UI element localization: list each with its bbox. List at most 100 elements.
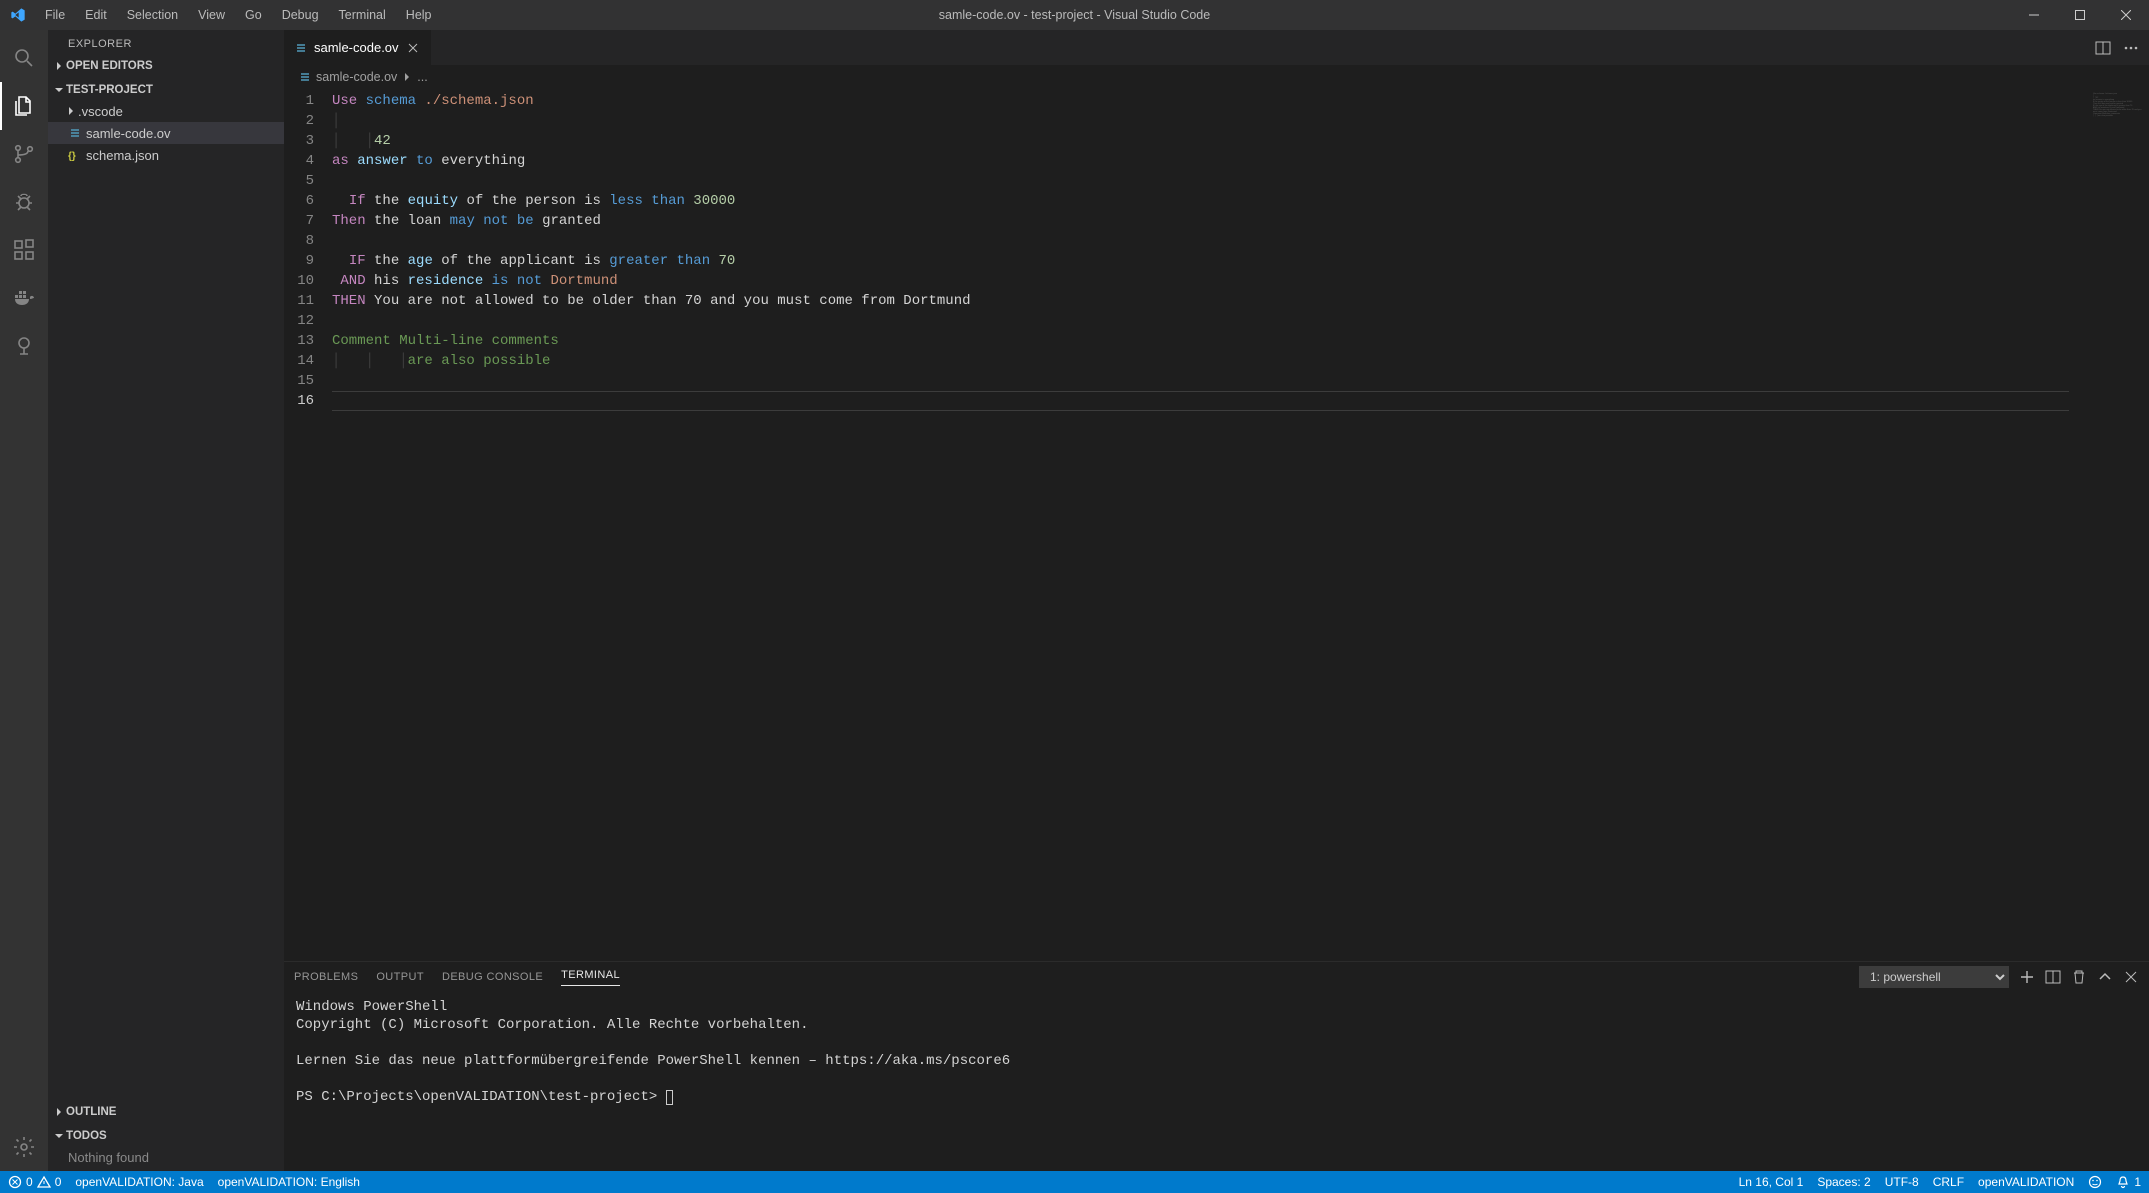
notification-count: 1	[2134, 1175, 2141, 1189]
minimap[interactable]: Use schema ./schema.json│ │ │42as answer…	[2089, 89, 2149, 961]
close-button[interactable]	[2103, 0, 2149, 30]
warning-count: 0	[55, 1175, 62, 1189]
activity-settings[interactable]	[0, 1123, 48, 1171]
split-icon	[2045, 969, 2061, 985]
file-icon	[298, 70, 312, 84]
section-project[interactable]: TEST-PROJECT .vscode samle-code.ov	[48, 78, 284, 168]
status-problems[interactable]: 0 0	[8, 1175, 61, 1189]
sidebar-explorer: EXPLORER OPEN EDITORS TEST-PROJECT	[48, 30, 284, 1171]
close-icon	[2123, 969, 2139, 985]
window-controls	[2011, 0, 2149, 30]
plus-icon	[2019, 969, 2035, 985]
status-indent[interactable]: Spaces: 2	[1817, 1175, 1870, 1189]
breadcrumbs[interactable]: samle-code.ov ...	[284, 65, 2149, 89]
status-encoding[interactable]: UTF-8	[1885, 1175, 1919, 1189]
search-icon	[12, 46, 36, 70]
kill-terminal-button[interactable]	[2071, 969, 2087, 985]
smiley-icon	[2088, 1175, 2102, 1189]
trash-icon	[2071, 969, 2087, 985]
split-icon	[2095, 40, 2111, 56]
branch-icon	[12, 142, 36, 166]
panel-tab-output[interactable]: OUTPUT	[376, 971, 424, 983]
terminal-select[interactable]: 1: powershell	[1859, 966, 2009, 988]
menu-view[interactable]: View	[189, 0, 234, 30]
tree-icon	[12, 334, 36, 358]
close-icon	[2121, 10, 2131, 20]
file-icon	[294, 41, 308, 55]
activity-openvalidation[interactable]	[0, 322, 48, 370]
status-eol[interactable]: CRLF	[1933, 1175, 1964, 1189]
menu-terminal[interactable]: Terminal	[330, 0, 395, 30]
panel-tab-problems[interactable]: PROBLEMS	[294, 971, 358, 983]
gear-icon	[12, 1135, 36, 1159]
close-icon	[407, 42, 419, 54]
bug-icon	[12, 190, 36, 214]
error-count: 0	[26, 1175, 33, 1189]
menu-bar: FileEditSelectionViewGoDebugTerminalHelp	[36, 0, 441, 30]
terminal-body[interactable]: Windows PowerShell Copyright (C) Microso…	[284, 992, 2149, 1171]
open-editors-label: OPEN EDITORS	[66, 60, 153, 72]
status-language-mode[interactable]: openVALIDATION	[1978, 1175, 2074, 1189]
ellipsis-icon	[2123, 40, 2139, 56]
tab-label: samle-code.ov	[314, 40, 399, 55]
activity-docker[interactable]	[0, 274, 48, 322]
chevron-down-icon	[52, 83, 66, 97]
split-terminal-button[interactable]	[2045, 969, 2061, 985]
status-ov-java[interactable]: openVALIDATION: Java	[75, 1175, 203, 1189]
menu-go[interactable]: Go	[236, 0, 271, 30]
folder-vscode[interactable]: .vscode	[48, 100, 284, 122]
file-samle-code[interactable]: samle-code.ov	[48, 122, 284, 144]
editor-body[interactable]: 12345678910111213141516 Use schema ./sch…	[284, 89, 2149, 961]
menu-debug[interactable]: Debug	[273, 0, 328, 30]
activity-explorer[interactable]	[0, 82, 48, 130]
section-open-editors[interactable]: OPEN EDITORS	[48, 54, 284, 78]
status-ov-language[interactable]: openVALIDATION: English	[218, 1175, 360, 1189]
minimize-icon	[2029, 10, 2039, 20]
file-icon	[64, 126, 86, 140]
editor-column: samle-code.ov samle-code.ov	[284, 30, 2149, 1171]
todos-empty: Nothing found	[48, 1146, 284, 1169]
warning-icon	[37, 1175, 51, 1189]
maximize-panel-button[interactable]	[2097, 969, 2113, 985]
docker-icon	[12, 286, 36, 310]
menu-edit[interactable]: Edit	[76, 0, 116, 30]
todos-label: TODOS	[66, 1130, 107, 1142]
minimize-button[interactable]	[2011, 0, 2057, 30]
activity-debug[interactable]	[0, 178, 48, 226]
breadcrumb-rest: ...	[417, 70, 427, 84]
activity-extensions[interactable]	[0, 226, 48, 274]
panel-tab-debug-console[interactable]: DEBUG CONSOLE	[442, 971, 543, 983]
project-label: TEST-PROJECT	[66, 84, 153, 96]
maximize-button[interactable]	[2057, 0, 2103, 30]
file-schema-json[interactable]: {} schema.json	[48, 144, 284, 166]
chevron-down-icon	[52, 1129, 66, 1143]
close-panel-button[interactable]	[2123, 969, 2139, 985]
vscode-icon	[10, 7, 26, 23]
menu-selection[interactable]: Selection	[118, 0, 187, 30]
new-terminal-button[interactable]	[2019, 969, 2035, 985]
vscode-logo	[0, 7, 36, 23]
svg-text:{}: {}	[68, 151, 76, 162]
status-notifications[interactable]: 1	[2116, 1175, 2141, 1189]
tab-close-button[interactable]	[405, 40, 421, 56]
status-feedback[interactable]	[2088, 1175, 2102, 1189]
bottom-panel: PROBLEMS OUTPUT DEBUG CONSOLE TERMINAL 1: p…	[284, 961, 2149, 1171]
section-todos[interactable]: TODOS Nothing found	[48, 1124, 284, 1171]
tab-samle-code[interactable]: samle-code.ov	[284, 30, 432, 65]
more-actions-button[interactable]	[2123, 40, 2139, 56]
chevron-right-icon	[401, 71, 413, 83]
menu-help[interactable]: Help	[397, 0, 441, 30]
chevron-right-icon	[52, 1105, 66, 1119]
status-cursor-position[interactable]: Ln 16, Col 1	[1739, 1175, 1804, 1189]
sidebar-title: EXPLORER	[48, 30, 284, 54]
panel-tab-terminal[interactable]: TERMINAL	[561, 969, 620, 986]
chevron-right-icon	[52, 59, 66, 73]
file-label: samle-code.ov	[86, 126, 171, 141]
split-editor-button[interactable]	[2095, 40, 2111, 56]
activity-search[interactable]	[0, 34, 48, 82]
code-area[interactable]: Use schema ./schema.json│ │ │42as answer…	[332, 89, 2089, 961]
folder-label: .vscode	[78, 104, 123, 119]
section-outline[interactable]: OUTLINE	[48, 1100, 284, 1124]
activity-scm[interactable]	[0, 130, 48, 178]
menu-file[interactable]: File	[36, 0, 74, 30]
